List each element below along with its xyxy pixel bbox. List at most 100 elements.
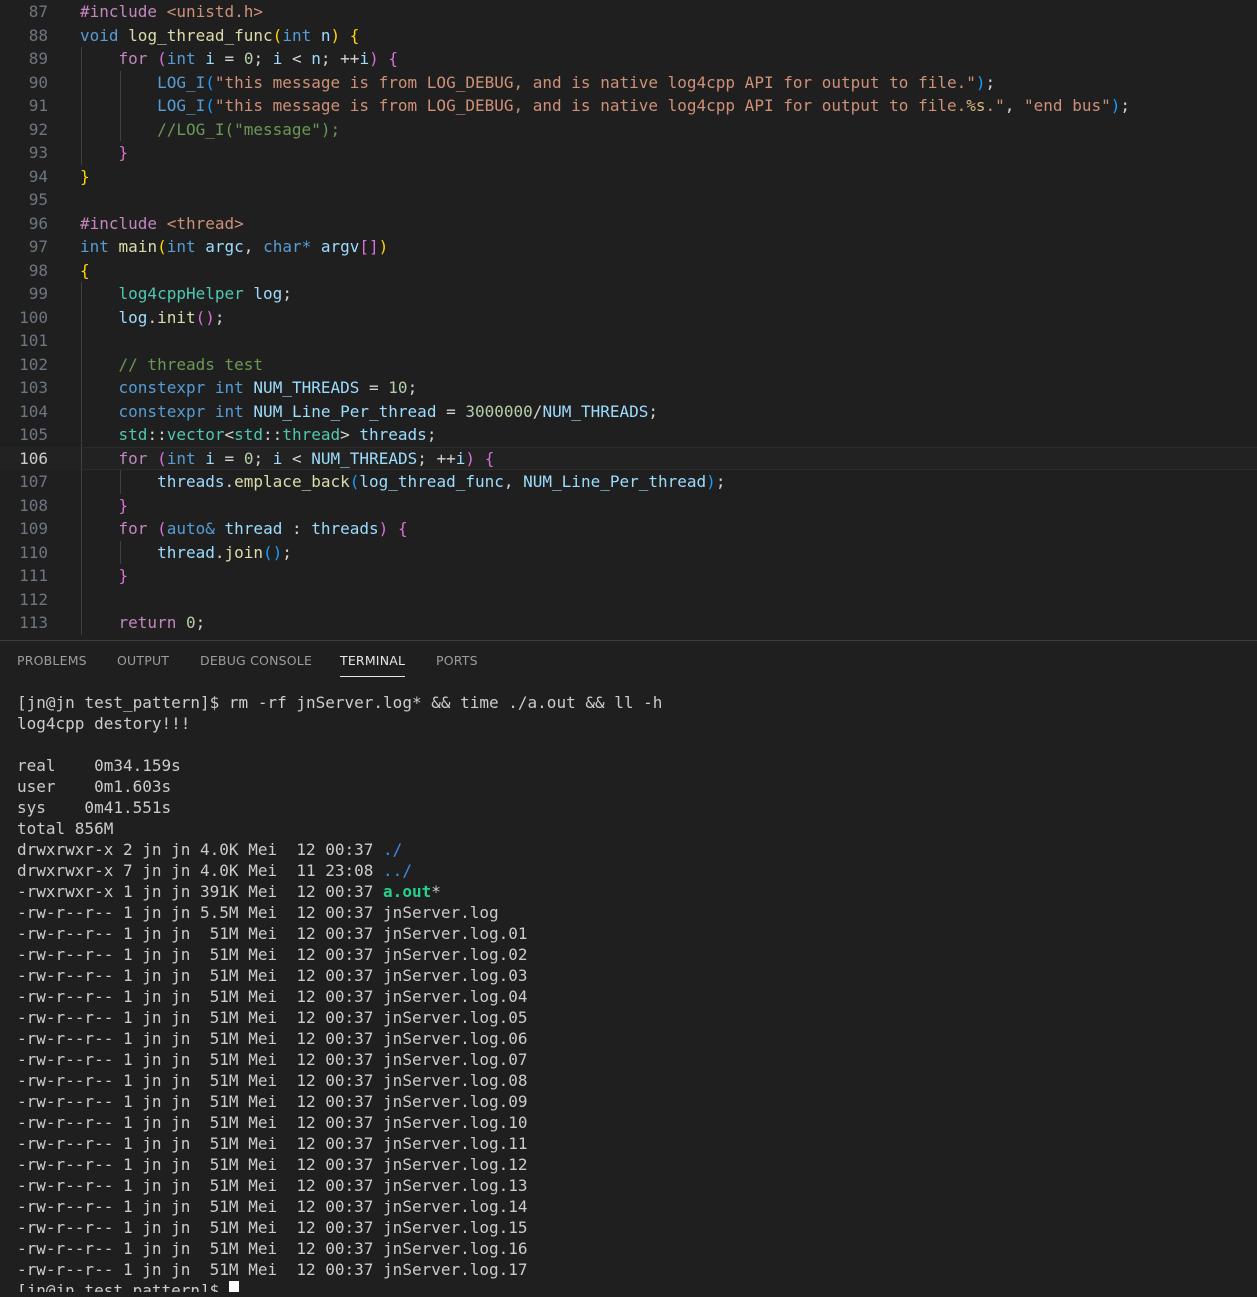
- code-line[interactable]: 105 std::vector<std::thread> threads;: [0, 423, 1257, 447]
- code-line[interactable]: 106 for (int i = 0; i < NUM_THREADS; ++i…: [0, 446, 1257, 471]
- code-line[interactable]: 88 void log_thread_func(int n) {: [0, 24, 1257, 48]
- code-text: }: [80, 564, 129, 588]
- code-token: "end bus": [1024, 96, 1111, 115]
- code-token: NUM_THREADS: [311, 448, 418, 468]
- code-line[interactable]: 95: [0, 188, 1257, 212]
- terminal-line: -rw-r--r-- 1 jn jn 51M Mei 12 00:37 jnSe…: [17, 1070, 1247, 1091]
- terminal-prompt-line[interactable]: [jn@jn test_pattern]$: [17, 1280, 1247, 1292]
- code-token: %s: [966, 96, 986, 115]
- code-line[interactable]: 111 }: [0, 564, 1257, 588]
- code-line[interactable]: 92 //LOG_I("message");: [0, 117, 1257, 141]
- code-token: "this message is from LOG_DEBUG, and is …: [214, 72, 976, 92]
- terminal-segment: -rw-r--r-- 1 jn jn 51M Mei 12 00:37 jnSe…: [17, 1092, 528, 1111]
- code-token: init: [157, 307, 196, 327]
- terminal-segment: -rw-r--r-- 1 jn jn 51M Mei 12 00:37 jnSe…: [17, 1050, 528, 1069]
- code-line[interactable]: 109 for (auto& thread : threads) {: [0, 517, 1257, 541]
- line-number: 90: [28, 72, 48, 92]
- code-token: <: [224, 425, 235, 444]
- code-line[interactable]: 97 int main(int argc, char* argv[]): [0, 235, 1257, 259]
- code-line[interactable]: 91 LOG_I("this message is from LOG_DEBUG…: [0, 94, 1257, 118]
- code-line[interactable]: 99 log4cppHelper log;: [0, 282, 1257, 306]
- code-line[interactable]: 100 log.init();: [0, 305, 1257, 329]
- code-line[interactable]: 98 {: [0, 259, 1257, 283]
- code-line[interactable]: 89 for (int i = 0; i < n; ++i) {: [0, 47, 1257, 71]
- code-token: <: [282, 448, 312, 468]
- tab-debug-console[interactable]: DEBUG CONSOLE: [200, 653, 312, 676]
- code-text: }: [80, 165, 90, 189]
- terminal-line: -rw-r--r-- 1 jn jn 51M Mei 12 00:37 jnSe…: [17, 1091, 1247, 1112]
- terminal-segment: -rw-r--r-- 1 jn jn 51M Mei 12 00:37 jnSe…: [17, 924, 528, 943]
- terminal-line: -rw-r--r-- 1 jn jn 51M Mei 12 00:37 jnSe…: [17, 1049, 1247, 1070]
- code-token: <: [282, 49, 312, 68]
- code-line[interactable]: 107 threads.emplace_back(log_thread_func…: [0, 470, 1257, 494]
- code-token: (: [349, 472, 360, 491]
- code-line[interactable]: 102 // threads test: [0, 352, 1257, 376]
- terminal-output[interactable]: [jn@jn test_pattern]$ rm -rf jnServer.lo…: [17, 692, 1247, 1292]
- code-token: log: [253, 284, 283, 303]
- terminal-segment: -rwxrwxr-x 1 jn jn 391K Mei 12 00:37: [17, 882, 384, 901]
- code-token: {: [484, 448, 495, 468]
- code-line[interactable]: 87 #include <unistd.h>: [0, 0, 1257, 24]
- code-line[interactable]: 113 return 0;: [0, 611, 1257, 635]
- code-token: NUM_Line_Per_thread: [253, 401, 437, 421]
- code-token: thread: [224, 519, 283, 538]
- code-token: ;: [648, 401, 659, 421]
- code-token: ;: [214, 307, 225, 327]
- code-token: 10: [388, 378, 408, 397]
- code-token: std: [118, 425, 148, 444]
- code-token: i: [455, 448, 466, 468]
- code-line[interactable]: 110 thread.join();: [0, 540, 1257, 564]
- terminal-segment: drwxrwxr-x 7 jn jn 4.0K Mei 11 23:08: [17, 861, 384, 880]
- tab-problems[interactable]: PROBLEMS: [17, 653, 87, 676]
- code-text: constexpr int NUM_Line_Per_thread = 3000…: [80, 400, 659, 424]
- code-line[interactable]: 104 constexpr int NUM_Line_Per_thread = …: [0, 399, 1257, 424]
- code-token: =: [359, 378, 389, 397]
- code-token: log: [118, 307, 148, 327]
- code-line[interactable]: 90 LOG_I("this message is from LOG_DEBUG…: [0, 70, 1257, 94]
- code-text: {: [80, 259, 90, 283]
- code-text: int main(int argc, char* argv[]): [80, 235, 388, 259]
- terminal-line: sys 0m41.551s: [17, 797, 1247, 818]
- code-token: ::: [263, 425, 283, 444]
- terminal-line: -rw-r--r-- 1 jn jn 51M Mei 12 00:37 jnSe…: [17, 923, 1247, 944]
- code-line[interactable]: 112: [0, 587, 1257, 611]
- line-number: 109: [19, 519, 48, 538]
- code-token: ): [706, 472, 716, 491]
- terminal-line: -rw-r--r-- 1 jn jn 51M Mei 12 00:37 jnSe…: [17, 944, 1247, 965]
- code-token: argc: [205, 237, 244, 256]
- tab-ports[interactable]: PORTS: [436, 653, 478, 676]
- code-token: int: [214, 401, 244, 421]
- code-token: threads: [359, 425, 427, 444]
- code-editor[interactable]: 87 #include <unistd.h> 88 void log_thread_f…: [0, 0, 1257, 640]
- code-token: 0: [185, 613, 196, 632]
- code-line[interactable]: 103 constexpr int NUM_THREADS = 10;: [0, 376, 1257, 400]
- tab-output[interactable]: OUTPUT: [117, 653, 169, 676]
- terminal-line: -rw-r--r-- 1 jn jn 51M Mei 12 00:37 jnSe…: [17, 1028, 1247, 1049]
- line-number: 107: [19, 472, 48, 491]
- code-text: for (int i = 0; i < NUM_THREADS; ++i) {: [80, 447, 495, 471]
- code-token: log4cppHelper: [118, 284, 244, 303]
- code-line[interactable]: 94}: [0, 165, 1257, 189]
- code-line[interactable]: 93 }: [0, 141, 1257, 165]
- code-line[interactable]: 101: [0, 329, 1257, 353]
- code-token: int: [80, 237, 109, 256]
- code-token: .": [985, 96, 1005, 115]
- code-line[interactable]: 108 }: [0, 493, 1257, 517]
- code-token: =: [214, 49, 244, 68]
- code-line[interactable]: 96 #include <thread>: [0, 212, 1257, 236]
- tab-terminal[interactable]: TERMINAL: [340, 653, 406, 677]
- code-text: return 0;: [80, 611, 206, 635]
- terminal-line: drwxrwxr-x 2 jn jn 4.0K Mei 12 00:37 ./: [17, 839, 1247, 860]
- code-token: (): [263, 542, 283, 562]
- terminal-segment: -rw-r--r-- 1 jn jn 51M Mei 12 00:37 jnSe…: [17, 1155, 528, 1174]
- terminal-segment: total 856M: [17, 819, 114, 838]
